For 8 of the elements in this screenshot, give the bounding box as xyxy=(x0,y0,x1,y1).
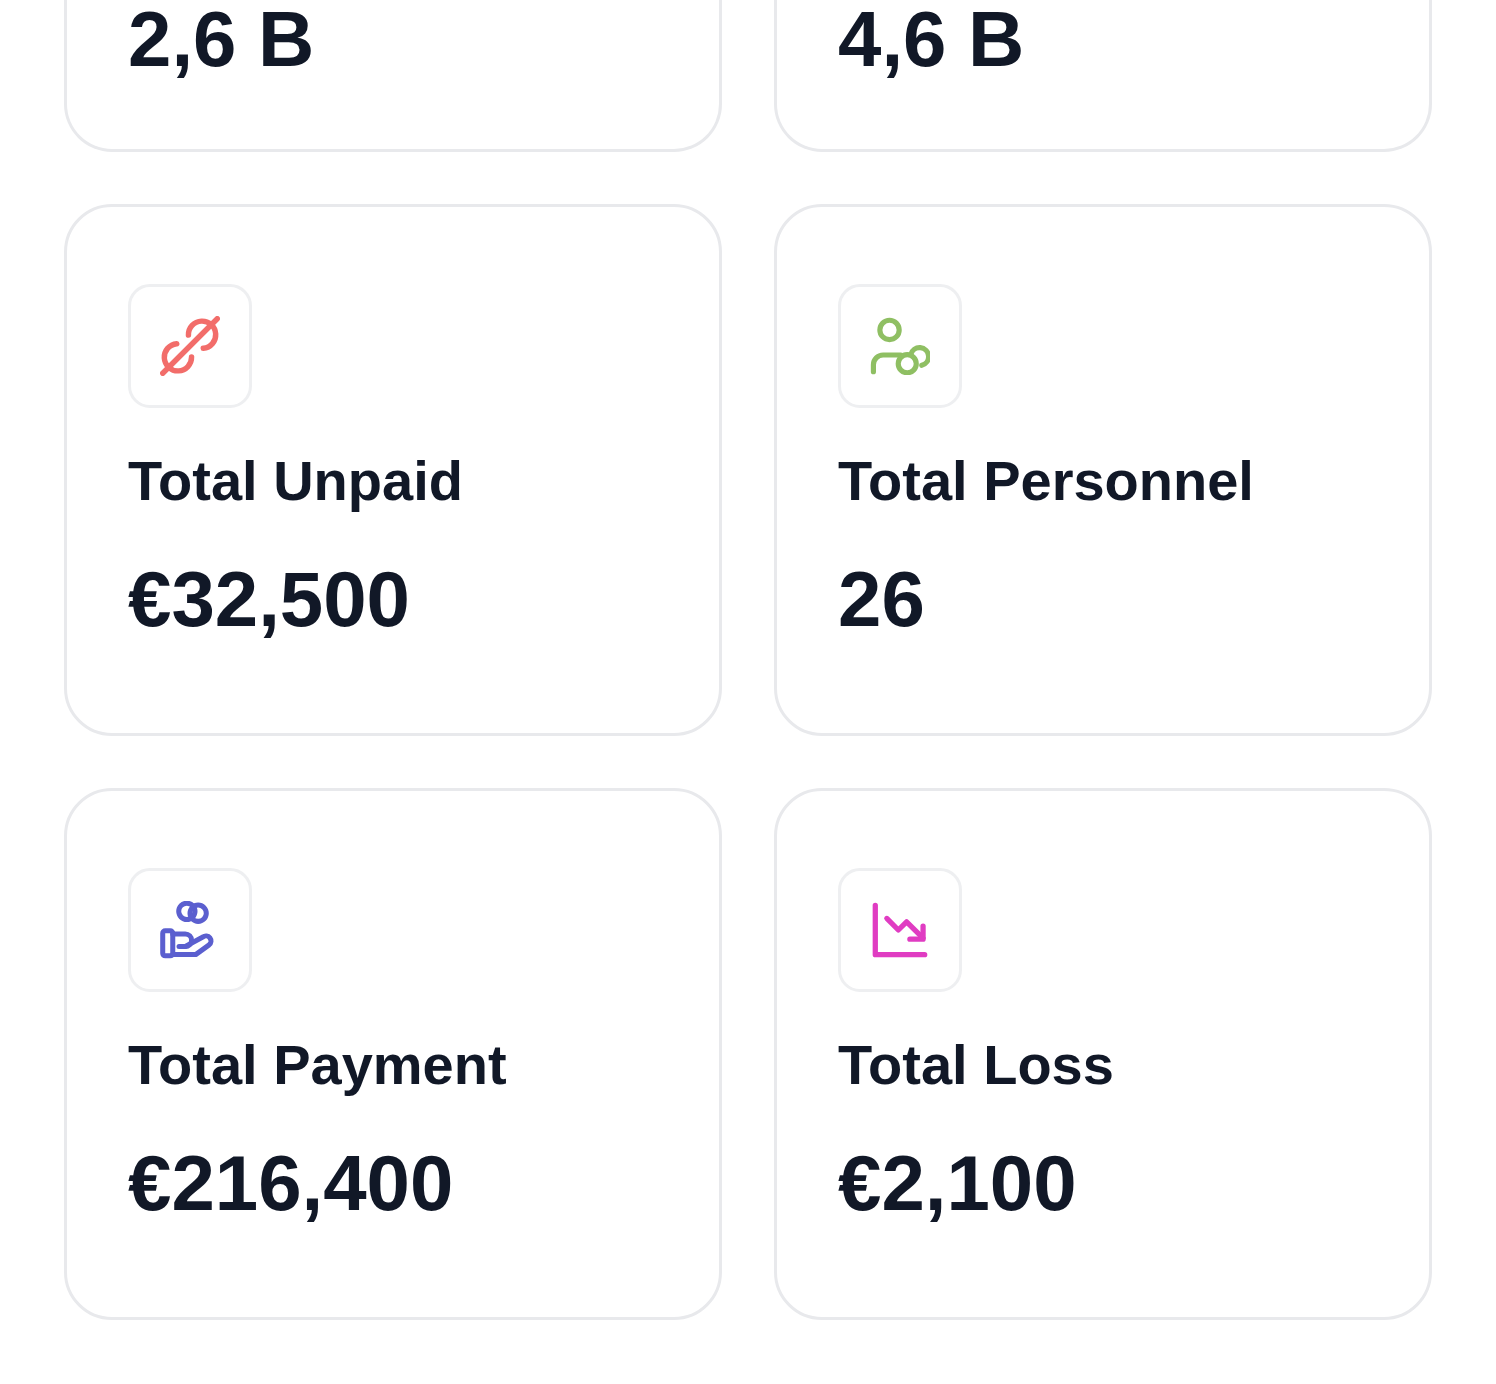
stat-label: Total Personnel xyxy=(838,453,1254,509)
stat-value: 4,6 B xyxy=(838,0,1025,78)
stat-value: €2,100 xyxy=(838,1144,1077,1222)
stat-label: Total Loss xyxy=(838,1037,1114,1093)
stat-value: €216,400 xyxy=(128,1144,454,1222)
stat-value: 26 xyxy=(838,560,925,638)
stat-value: €32,500 xyxy=(128,560,410,638)
stat-value: 2,6 B xyxy=(128,0,315,78)
